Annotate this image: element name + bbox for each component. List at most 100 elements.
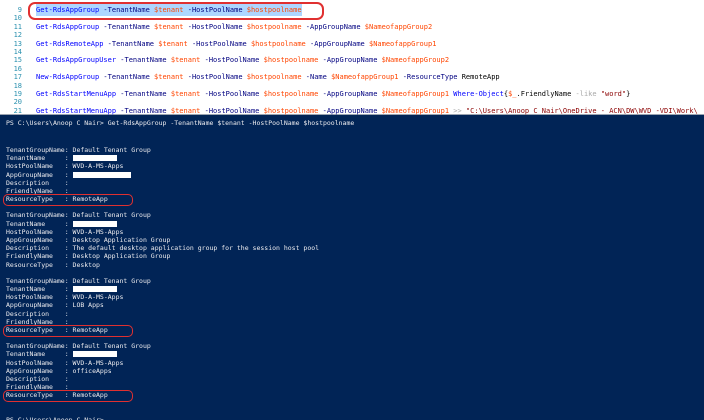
code-token: $tenant bbox=[154, 73, 184, 82]
code-text: Get-RdsAppGroup -TenantName $tenant -Hos… bbox=[36, 4, 302, 16]
property-label: Description : bbox=[6, 244, 73, 253]
property-label: AppGroupName : bbox=[6, 170, 73, 179]
code-token: -AppGroupName bbox=[318, 106, 382, 115]
property-label: TenantGroupName: bbox=[6, 146, 73, 154]
script-editor-pane[interactable]: 9 Get-RdsAppGroup -TenantName $tenant -Ho… bbox=[0, 0, 704, 115]
property-value: Desktop Application Group bbox=[72, 236, 171, 244]
code-token: } bbox=[626, 90, 631, 98]
property-value: LOB Apps bbox=[72, 301, 104, 310]
property-label: TenantName : bbox=[6, 285, 73, 293]
code-token: -TenantName bbox=[99, 73, 155, 82]
property-label: AppGroupName : bbox=[6, 236, 73, 244]
console-final-prompt: PS C:\Users\Anoop C Nair> bbox=[6, 415, 104, 420]
code-token: $NameofappGroup2 bbox=[364, 22, 433, 31]
property-label: HostPoolName : bbox=[6, 227, 73, 236]
property-value: WVD-A-MS-Apps bbox=[72, 227, 124, 236]
property-label: Description : bbox=[6, 178, 73, 187]
property-value: The default desktop application group fo… bbox=[72, 244, 320, 253]
code-token: Get-RdsStartMenuApp bbox=[36, 90, 117, 98]
code-token: $NameofappGroup1 bbox=[381, 106, 450, 115]
code-token: $hostpoolname bbox=[246, 6, 302, 14]
property-label: Description : bbox=[6, 309, 73, 318]
code-token: -HostPoolName bbox=[200, 56, 264, 65]
property-value: WVD-A-MS-Apps bbox=[72, 358, 124, 367]
code-token: $NameofappGroup1 bbox=[331, 73, 399, 82]
code-token: -like bbox=[575, 90, 597, 98]
code-token: -HostPoolName bbox=[183, 22, 247, 31]
property-label: TenantName : bbox=[6, 219, 73, 228]
redaction-mask bbox=[72, 220, 117, 227]
code-token: -TenantName bbox=[103, 39, 159, 48]
code-token: Get-RdsAppGroup bbox=[36, 6, 100, 14]
property-row-resourcetype: ResourceType : Desktop bbox=[6, 261, 100, 270]
code-token: .FriendlyName bbox=[516, 90, 576, 98]
property-label: TenantName : bbox=[6, 350, 73, 359]
code-token: $hostpoolname bbox=[263, 90, 319, 98]
property-value: Default Tenant Group bbox=[72, 342, 151, 351]
code-token: -TenantName bbox=[116, 56, 171, 65]
code-token: $hostpoolname bbox=[246, 73, 302, 82]
code-token: Get-RdsAppGroup bbox=[36, 22, 100, 31]
code-token: $NameofappGroup1 bbox=[381, 90, 450, 98]
code-token: $hostpoolname bbox=[246, 22, 302, 31]
property-label: HostPoolName : bbox=[6, 162, 73, 171]
code-token: -TenantName bbox=[99, 22, 155, 31]
code-token: $hostpoolname bbox=[263, 56, 319, 65]
resource-type-highlight-ring bbox=[3, 193, 133, 206]
property-value: WVD-A-MS-Apps bbox=[72, 162, 124, 171]
code-token: -HostPoolName bbox=[200, 106, 264, 115]
code-token: $tenant bbox=[154, 6, 184, 14]
code-token: -AppGroupName bbox=[305, 39, 369, 48]
redaction-mask bbox=[72, 155, 117, 162]
code-token: $NameofappGroup1 bbox=[368, 39, 437, 48]
code-token: $tenant bbox=[170, 56, 201, 65]
code-token: -AppGroupName bbox=[318, 90, 382, 98]
code-token: -AppGroupName bbox=[318, 56, 382, 65]
property-label: Description : bbox=[6, 375, 73, 383]
code-text: Get-RdsAppGroup -TenantName $tenant -Hos… bbox=[36, 21, 432, 33]
code-token: -TenantName bbox=[99, 6, 155, 14]
property-label: TenantGroupName: bbox=[6, 211, 73, 220]
code-token: -ResourceType bbox=[398, 73, 462, 82]
code-token: Get-RdsAppGroupUser bbox=[36, 56, 117, 65]
code-token: $tenant bbox=[170, 106, 201, 115]
code-token: -HostPoolName bbox=[183, 6, 247, 14]
property-value: Default Tenant Group bbox=[72, 276, 151, 285]
redaction-mask bbox=[72, 351, 117, 358]
code-token: $tenant bbox=[158, 39, 188, 48]
redaction-mask bbox=[72, 286, 117, 292]
code-token: New-RdsAppGroup bbox=[36, 73, 100, 82]
code-text: Get-RdsAppGroupUser -TenantName $tenant … bbox=[36, 54, 449, 66]
property-label: FriendlyName : bbox=[6, 252, 73, 261]
code-token: "word" bbox=[596, 90, 627, 98]
code-token: Get-RdsRemoteApp bbox=[36, 39, 104, 48]
code-token: -HostPoolName bbox=[187, 39, 251, 48]
resource-type-highlight-ring bbox=[3, 389, 133, 402]
code-text: Get-RdsRemoteApp -TenantName $tenant -Ho… bbox=[36, 38, 436, 50]
code-token: -HostPoolName bbox=[200, 90, 264, 98]
property-label: HostPoolName : bbox=[6, 358, 73, 367]
property-label: TenantGroupName: bbox=[6, 276, 73, 285]
code-text: New-RdsAppGroup -TenantName $tenant -Hos… bbox=[36, 71, 500, 83]
property-label: TenantName : bbox=[6, 154, 73, 163]
property-value: Default Tenant Group bbox=[72, 211, 151, 220]
property-label: AppGroupName : bbox=[6, 366, 73, 375]
console-prompt: PS C:\Users\Anoop C Nair> Get-RdsAppGrou… bbox=[6, 119, 355, 127]
code-token: -TenantName bbox=[116, 90, 171, 98]
code-token: -TenantName bbox=[116, 106, 171, 115]
powershell-console-pane[interactable]: PS C:\Users\Anoop C Nair> Get-RdsAppGrou… bbox=[0, 115, 704, 420]
resource-type-highlight-ring bbox=[3, 324, 133, 337]
code-token: Where-Object bbox=[449, 90, 504, 98]
code-token: RemoteApp bbox=[461, 73, 500, 82]
redaction-mask bbox=[72, 171, 131, 178]
property-label: HostPoolName : bbox=[6, 293, 73, 302]
code-token: $tenant bbox=[154, 22, 184, 31]
property-value: WVD-A-MS-Apps bbox=[72, 293, 124, 302]
code-token: -Name bbox=[301, 73, 332, 82]
code-token: -AppGroupName bbox=[301, 22, 365, 31]
code-token: $_ bbox=[508, 90, 517, 98]
code-token: $NameofappGroup2 bbox=[381, 56, 450, 65]
property-value: Desktop bbox=[72, 260, 100, 269]
code-text: Get-RdsStartMenuApp -TenantName $tenant … bbox=[36, 88, 630, 100]
code-token: "C:\Users\Anoop C Nair\OneDrive - ACN\DW… bbox=[465, 106, 698, 115]
